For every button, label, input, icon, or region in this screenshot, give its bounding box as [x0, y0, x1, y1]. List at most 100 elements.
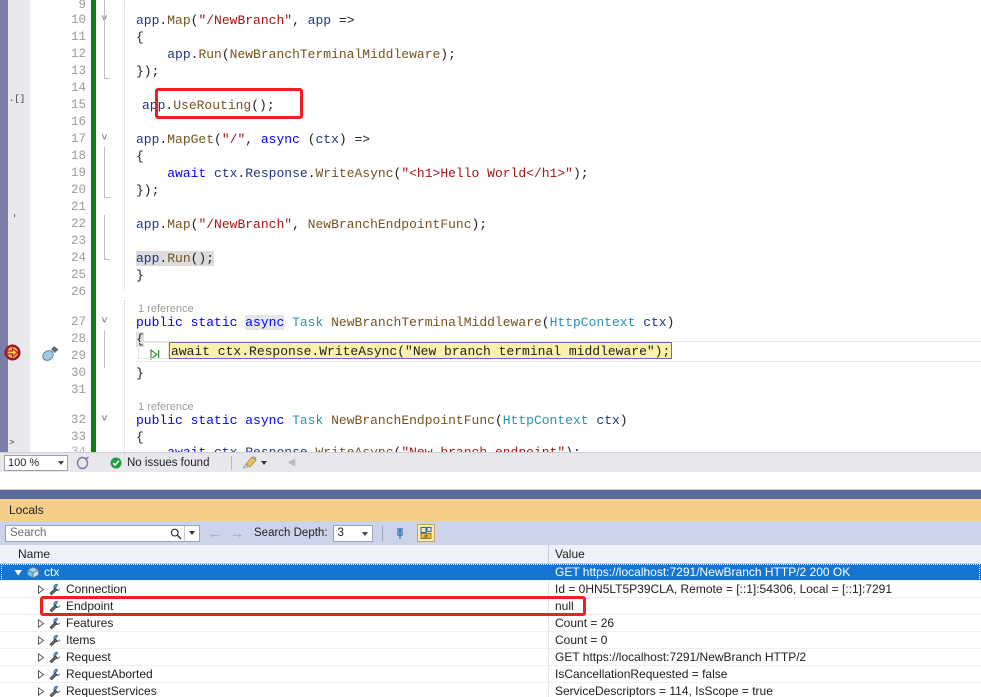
- code-line-22: app.Map("/NewBranch", NewBranchEndpointF…: [136, 215, 487, 234]
- search-input[interactable]: Search: [5, 525, 200, 542]
- expander-expanded-icon[interactable]: [14, 568, 23, 577]
- panel-top-band: [0, 490, 981, 499]
- code-line-27: public static async Task NewBranchTermin…: [136, 313, 674, 332]
- issue-status-text: No issues found: [127, 457, 209, 469]
- editor-bottom-strip: [0, 472, 981, 490]
- variable-name: Connection: [66, 581, 127, 598]
- search-options-dropdown[interactable]: [184, 526, 199, 541]
- variable-value: GET https://localhost:7291/NewBranch HTT…: [555, 649, 806, 666]
- editor-status-bar[interactable]: 100 % No issues found ◀: [0, 452, 981, 472]
- search-depth-select[interactable]: 3: [333, 525, 373, 542]
- outline-bracket: [104, 215, 105, 259]
- table-row[interactable]: Request GET https://localhost:7291/NewBr…: [0, 649, 981, 666]
- locals-panel-title: Locals: [0, 499, 981, 521]
- column-header-name[interactable]: Name: [18, 545, 50, 563]
- toolbar-separator: [382, 526, 383, 541]
- expander-collapsed-icon[interactable]: [36, 619, 45, 628]
- search-depth-value: 3: [338, 527, 344, 539]
- chevron-down-icon[interactable]: [261, 461, 267, 465]
- code-line-20: });: [136, 181, 159, 200]
- code-cleanup-icon[interactable]: [242, 456, 258, 470]
- object-icon: [26, 566, 40, 579]
- svg-text:ab: ab: [423, 534, 428, 539]
- hexadecimal-display-icon: ab: [419, 526, 433, 540]
- outline-bracket-foot: [104, 78, 110, 79]
- search-placeholder: Search: [10, 527, 46, 539]
- structure-guide-line: [124, 0, 125, 290]
- locals-panel[interactable]: Locals Search ← → Search Depth: 3: [0, 490, 981, 697]
- property-icon: [48, 634, 62, 647]
- zoom-level-select[interactable]: 100 %: [4, 455, 68, 471]
- current-statement-highlight: await ctx.Response.WriteAsync("New branc…: [169, 342, 672, 359]
- property-icon: [48, 668, 62, 681]
- column-header-value[interactable]: Value: [555, 545, 585, 563]
- breakpoint-current-statement-icon[interactable]: [4, 344, 21, 361]
- property-icon: [48, 617, 62, 630]
- ink-annotation-icon[interactable]: [76, 456, 90, 470]
- outline-bracket-foot: [104, 197, 110, 198]
- chevron-down-icon[interactable]: ˅: [98, 411, 111, 430]
- expander-collapsed-icon[interactable]: [36, 687, 45, 696]
- zoom-level-value: 100 %: [8, 457, 39, 469]
- locals-title-text: Locals: [9, 503, 44, 517]
- chevron-down-icon: [58, 461, 64, 465]
- outline-bracket: [104, 147, 105, 197]
- variable-name: RequestServices: [66, 683, 157, 697]
- search-previous-icon[interactable]: ←: [208, 526, 222, 540]
- property-icon: [48, 600, 62, 613]
- variable-value: Count = 0: [555, 632, 607, 649]
- check-circle-icon: [110, 457, 122, 469]
- variable-value: null: [555, 598, 574, 615]
- search-depth-label: Search Depth:: [254, 527, 328, 539]
- property-icon: [48, 651, 62, 664]
- variable-name: Items: [66, 632, 95, 649]
- pin-icon: [392, 526, 407, 541]
- search-next-icon[interactable]: →: [230, 526, 244, 540]
- variable-name: Endpoint: [66, 598, 113, 615]
- table-row[interactable]: Items Count = 0: [0, 632, 981, 649]
- table-row[interactable]: Connection Id = 0HN5LT5P39CLA, Remote = …: [0, 581, 981, 598]
- indicator-mark-caret: >: [9, 438, 14, 448]
- code-line-34: await ctx.Response.WriteAsync("New branc…: [136, 443, 581, 452]
- editor-selection-margin[interactable]: [8, 0, 30, 452]
- line-number: 34: [54, 443, 86, 452]
- table-row[interactable]: RequestServices ServiceDescriptors = 114…: [0, 683, 981, 697]
- variable-value: GET https://localhost:7291/NewBranch HTT…: [555, 564, 850, 581]
- editor-indicator-strip: [0, 0, 8, 452]
- outline-bracket: [104, 0, 105, 28]
- debug-tracepoint-icon[interactable]: [42, 345, 60, 361]
- table-row[interactable]: ctx GET https://localhost:7291/NewBranch…: [0, 564, 981, 581]
- property-icon: [48, 685, 62, 697]
- line-number: 31: [54, 381, 86, 400]
- variable-value: Id = 0HN5LT5P39CLA, Remote = [::1]:54306…: [555, 581, 892, 598]
- locals-toolbar[interactable]: Search ← → Search Depth: 3: [0, 521, 981, 545]
- hex-display-button[interactable]: ab: [417, 524, 435, 542]
- table-row[interactable]: RequestAborted IsCancellationRequested =…: [0, 666, 981, 683]
- indicator-mark-tick: ': [12, 214, 17, 224]
- locals-rows[interactable]: ctx GET https://localhost:7291/NewBranch…: [0, 564, 981, 697]
- variable-value: IsCancellationRequested = false: [555, 666, 727, 683]
- code-editor[interactable]: .[] ' > 9 10 11 12 13 14 15 16 17 18 19 …: [0, 0, 981, 452]
- scroll-left-icon[interactable]: ◀: [287, 457, 295, 468]
- expander-collapsed-icon[interactable]: [36, 670, 45, 679]
- pin-variable-button[interactable]: [391, 524, 409, 542]
- code-text-area[interactable]: app.Map("/NewBranch", app => { app.Run(N…: [136, 0, 981, 452]
- indicator-mark-brackets: .[]: [9, 94, 25, 104]
- status-separator: [231, 456, 232, 470]
- variable-name: Features: [66, 615, 113, 632]
- expander-collapsed-icon[interactable]: [36, 636, 45, 645]
- structure-guide-margin: [116, 0, 136, 452]
- outlining-margin[interactable]: ˅ ˅ ˅ ˅: [96, 0, 116, 452]
- locals-grid-header: Name Value: [0, 545, 981, 564]
- issue-status[interactable]: No issues found: [110, 457, 209, 469]
- outline-bracket: [104, 28, 105, 78]
- code-line-32: public static async Task NewBranchEndpoi…: [136, 411, 628, 430]
- code-line-13: });: [136, 62, 159, 81]
- expander-collapsed-icon[interactable]: [36, 653, 45, 662]
- table-row[interactable]: Features Count = 26: [0, 615, 981, 632]
- column-divider[interactable]: [548, 545, 549, 563]
- table-row[interactable]: Endpoint null: [0, 598, 981, 615]
- search-icon[interactable]: [170, 528, 182, 540]
- code-line-17: app.MapGet("/", async (ctx) =>: [136, 130, 370, 149]
- expander-collapsed-icon[interactable]: [36, 585, 45, 594]
